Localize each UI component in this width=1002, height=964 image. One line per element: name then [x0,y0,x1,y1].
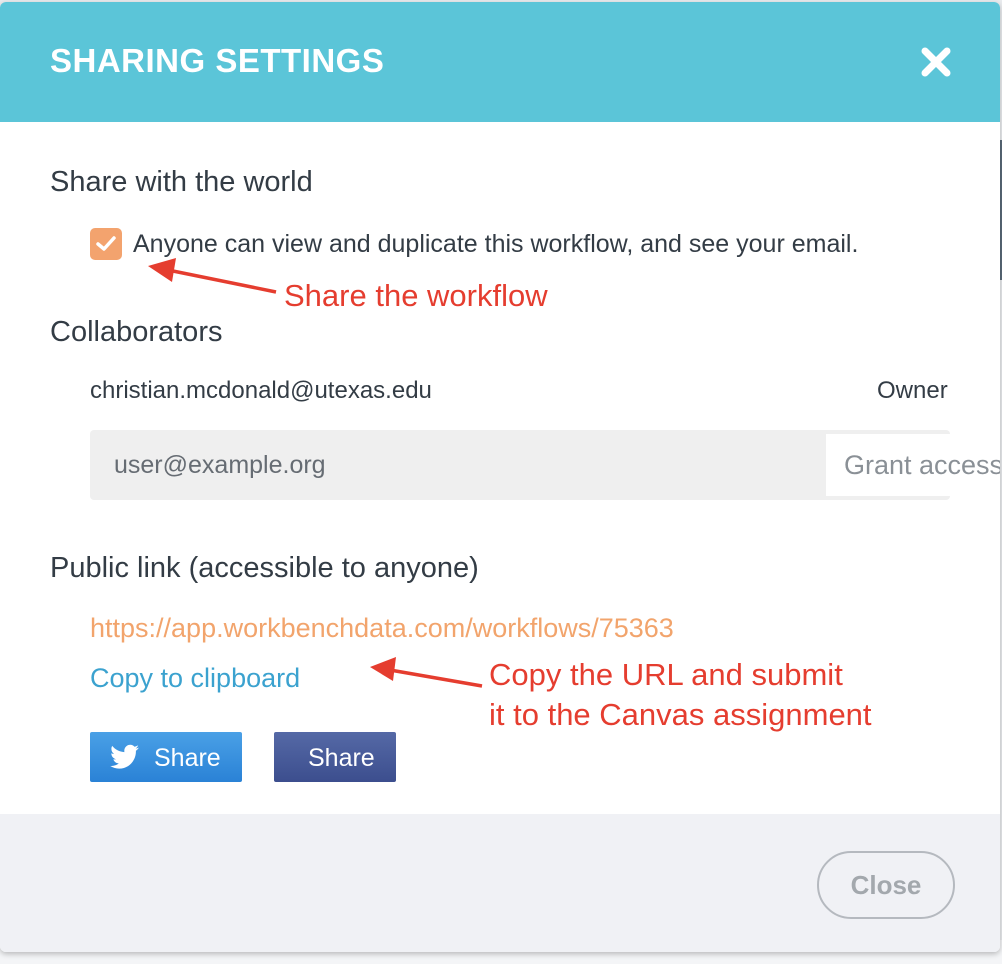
checkmark-icon [96,236,116,251]
annotation-copy-url-line2: it to the Canvas assignment [489,697,872,732]
grant-access-form: Grant access [90,430,1000,500]
modal-header: SHARING SETTINGS [0,2,1000,122]
public-link-heading: Public link (accessible to anyone) [50,552,479,584]
facebook-share-button[interactable]: Share [274,732,396,782]
twitter-share-button[interactable]: Share [90,732,242,782]
collaborator-email-input[interactable] [90,430,734,500]
sharing-settings-modal: SHARING SETTINGS Share with the world An… [0,2,1000,952]
annotation-share-workflow: Share the workflow [284,278,548,313]
close-icon[interactable] [918,44,954,80]
annotation-copy-url-line1: Copy the URL and submit [489,657,843,692]
twitter-bird-icon [110,744,140,777]
modal-title: SHARING SETTINGS [50,42,385,79]
share-world-heading: Share with the world [50,166,313,198]
twitter-share-label: Share [154,744,221,772]
grant-access-button[interactable]: Grant access [826,434,1000,496]
share-world-checkbox[interactable] [90,228,122,260]
collaborator-role: Owner [877,377,948,404]
close-button[interactable]: Close [817,851,955,919]
copy-to-clipboard-link[interactable]: Copy to clipboard [90,663,300,694]
public-link-url[interactable]: https://app.workbenchdata.com/workflows/… [90,613,674,644]
share-world-checkbox-label: Anyone can view and duplicate this workf… [133,230,859,258]
collaborator-email: christian.mcdonald@utexas.edu [90,377,432,404]
modal-footer: Close [0,814,1000,952]
collaborators-heading: Collaborators [50,316,223,348]
facebook-share-label: Share [308,744,375,772]
